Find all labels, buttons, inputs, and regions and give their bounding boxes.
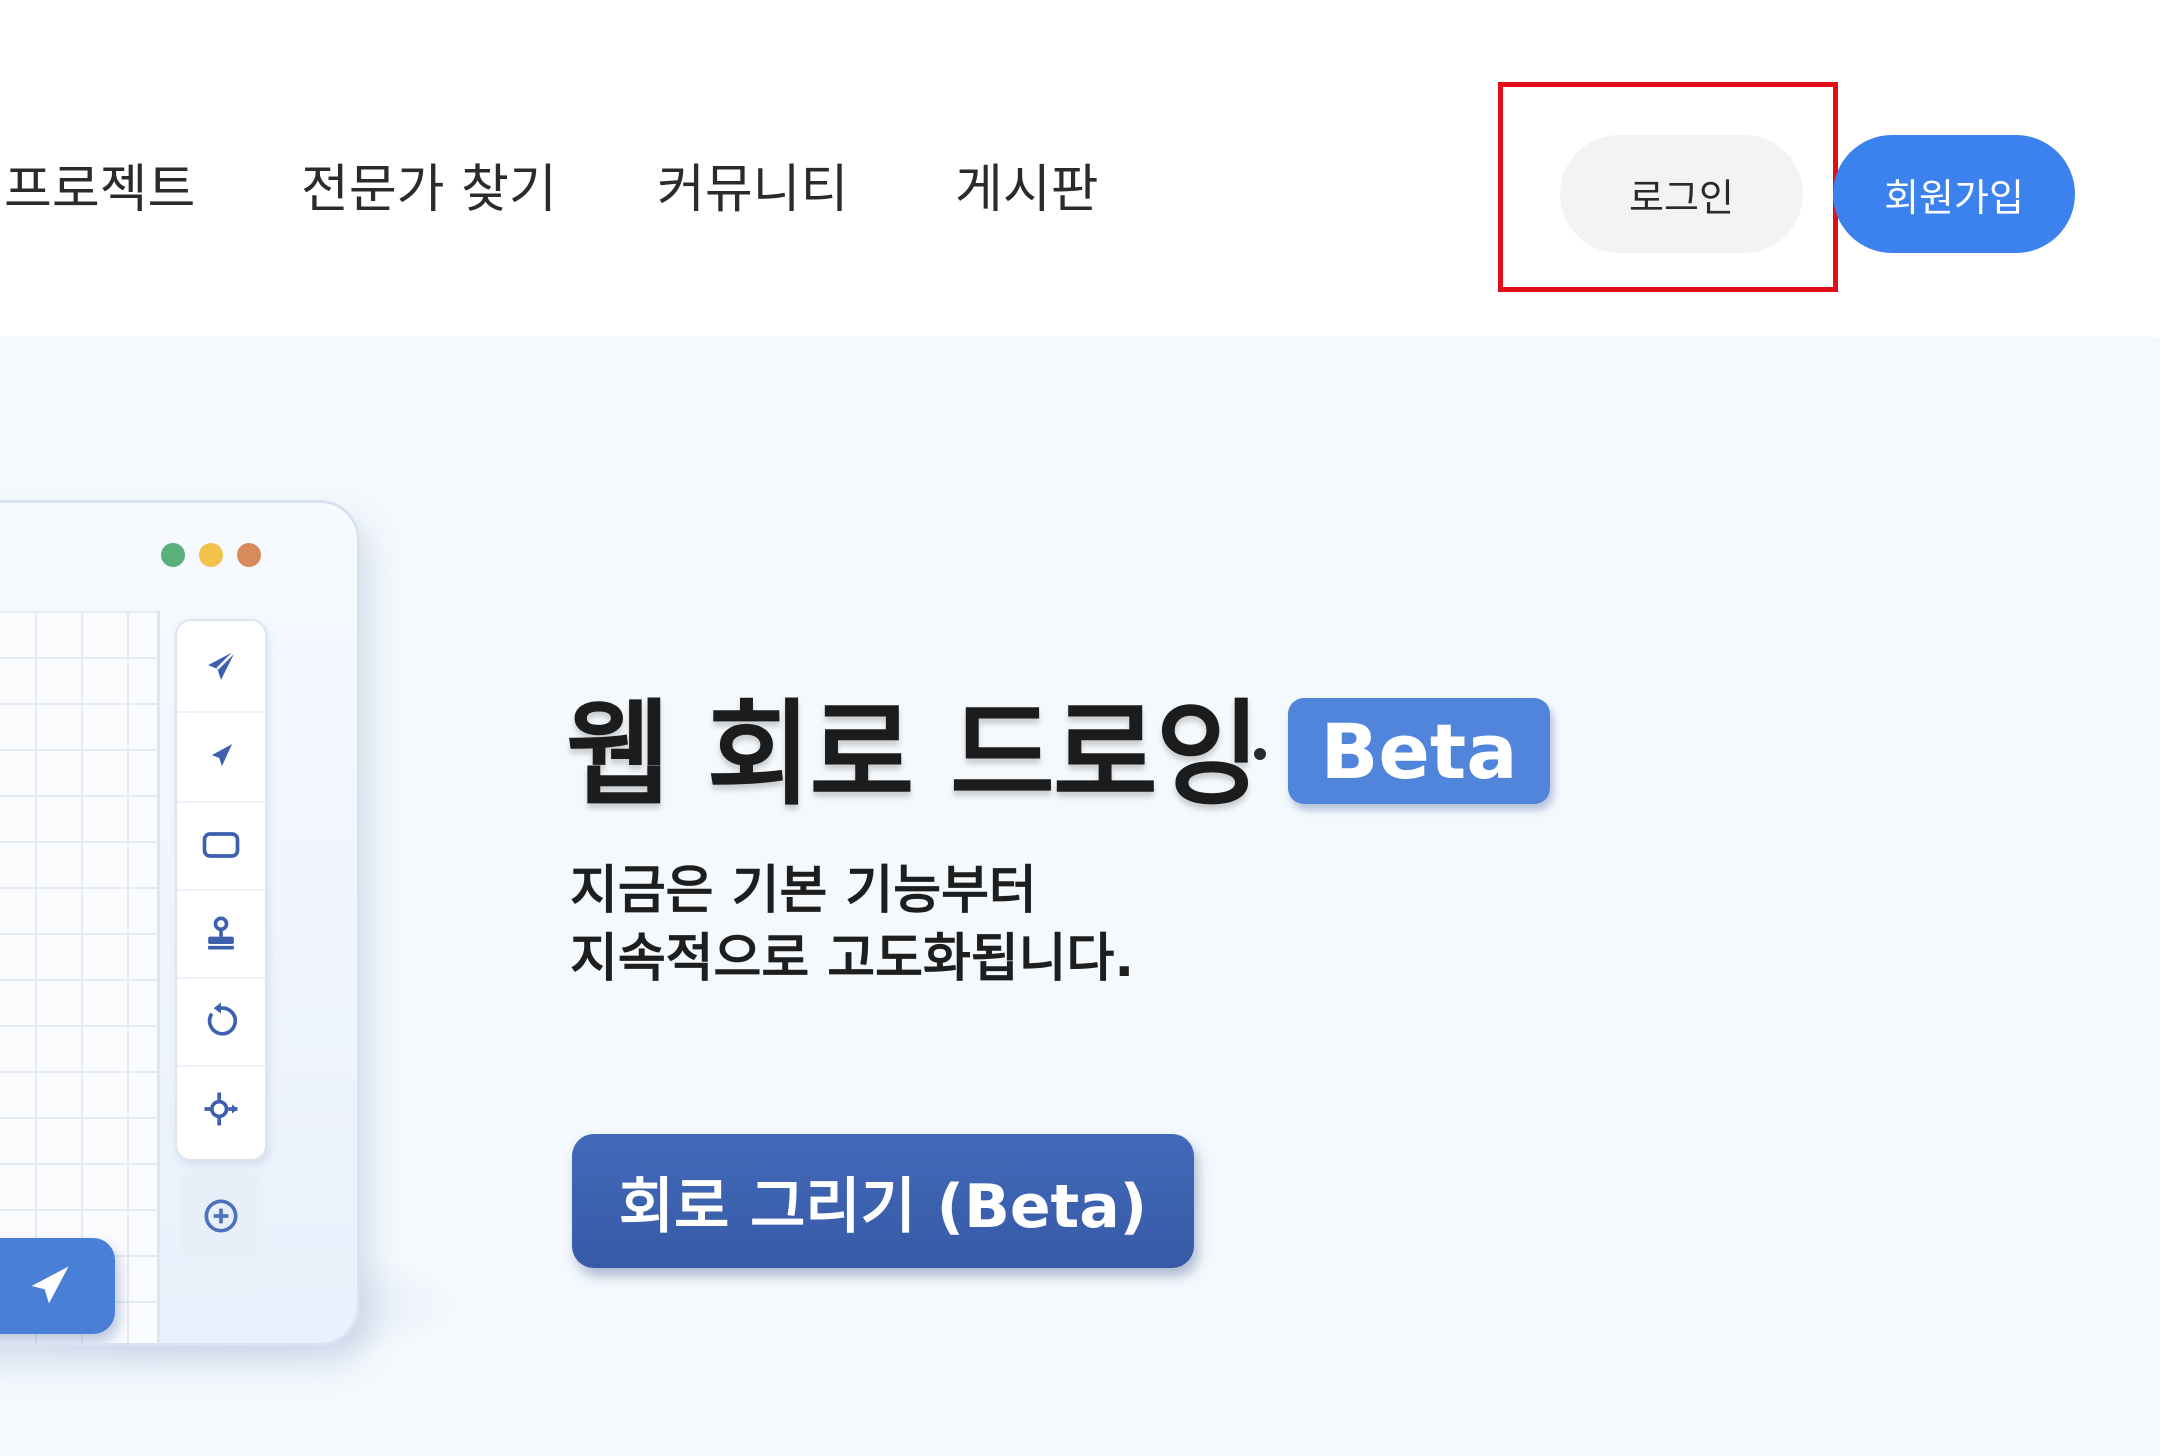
- send-icon: [177, 623, 265, 713]
- illustration-action-pill: [0, 1238, 115, 1334]
- target-icon: [179, 1171, 263, 1261]
- hero-subtitle-line-2: 지속적으로 고도화됩니다.: [570, 929, 1135, 989]
- window-dot-yellow: [199, 543, 223, 567]
- nav-board[interactable]: 게시판: [955, 154, 1099, 226]
- send-icon: [31, 1266, 69, 1304]
- site-header: 프로젝트 전문가 찾기 커뮤니티 게시판 로그인 회원가입: [0, 0, 2160, 336]
- signup-button[interactable]: 회원가입: [1833, 135, 2075, 253]
- nav-community[interactable]: 커뮤니티: [657, 154, 848, 226]
- hero-subtitle-line-1: 지금은 기본 기능부터: [570, 861, 1037, 921]
- stamp-icon: [177, 889, 265, 979]
- title-separator-dot: [1254, 748, 1266, 760]
- drawing-canvas-grid: [0, 611, 160, 1343]
- nav-projects[interactable]: 프로젝트: [4, 154, 195, 226]
- nav-find-experts[interactable]: 전문가 찾기: [301, 154, 557, 226]
- move-icon: [177, 1065, 265, 1153]
- draw-circuit-button[interactable]: 회로 그리기 (Beta): [572, 1134, 1194, 1268]
- tool-palette: [175, 619, 267, 1161]
- window-dot-green: [161, 543, 185, 567]
- editor-illustration: [0, 500, 360, 1346]
- small-send-icon: [177, 713, 265, 803]
- window-controls: [161, 543, 261, 567]
- rotate-icon: [177, 977, 265, 1067]
- window-dot-orange: [237, 543, 261, 567]
- hero-title: 웹 회로 드로잉: [566, 688, 1261, 821]
- beta-badge: Beta: [1288, 698, 1550, 804]
- login-button[interactable]: 로그인: [1560, 135, 1803, 253]
- rectangle-icon: [177, 801, 265, 891]
